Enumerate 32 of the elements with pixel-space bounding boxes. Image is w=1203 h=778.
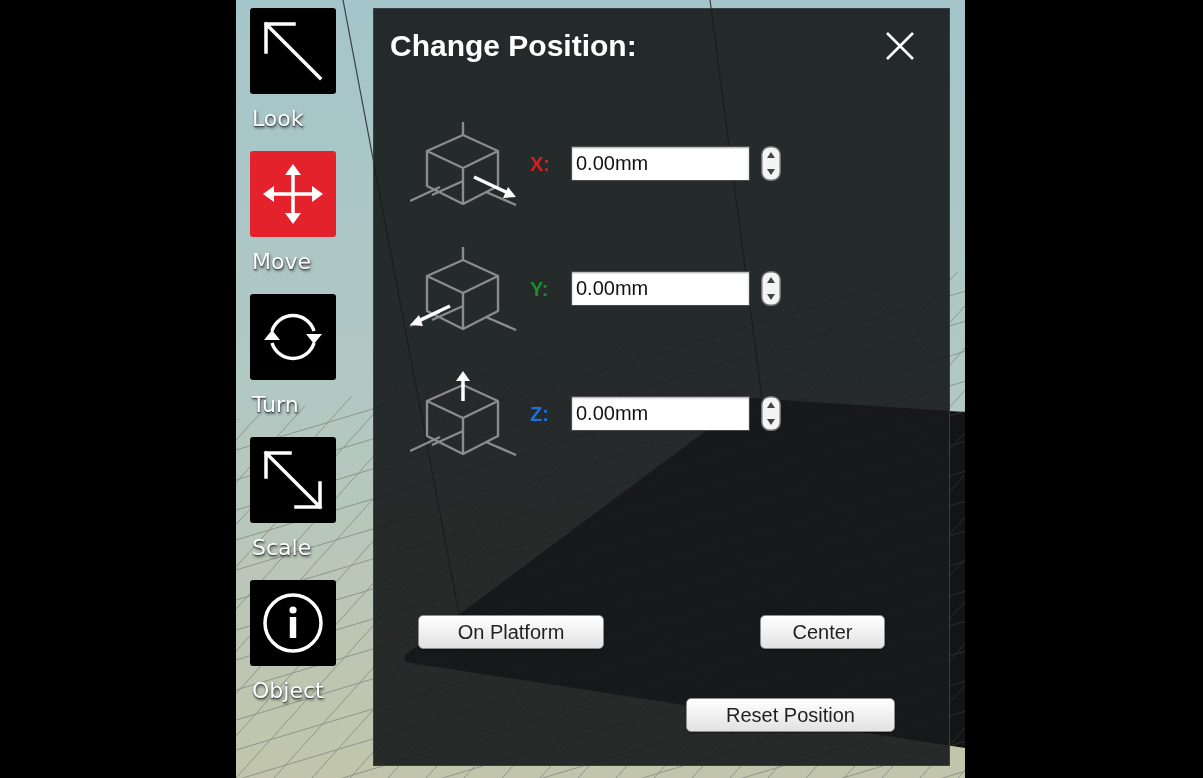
- stepper-icon[interactable]: [761, 146, 781, 181]
- resize-arrows-icon: [263, 450, 323, 510]
- coordinate-input[interactable]: 0.00mm: [571, 271, 750, 306]
- tool-label: Scale: [251, 535, 312, 561]
- tool-button[interactable]: [250, 294, 336, 380]
- coordinate-input[interactable]: 0.00mm: [571, 396, 750, 431]
- info-icon: [263, 593, 323, 653]
- cube-arrow-icon: [410, 121, 518, 206]
- arrow-icon: [263, 21, 323, 81]
- tool-button[interactable]: [250, 8, 336, 94]
- close-icon: [885, 31, 915, 61]
- cube-arrow-icon: [410, 371, 518, 456]
- center-button[interactable]: Center: [760, 615, 885, 649]
- coordinate-input[interactable]: 0.00mm: [571, 146, 750, 181]
- rotate-arrows-icon: [264, 312, 322, 362]
- tool-label: Turn: [251, 392, 299, 418]
- tool-label: Move: [251, 249, 311, 275]
- axis-label: X:: [530, 151, 551, 176]
- tool-button[interactable]: [250, 437, 336, 523]
- stepper-icon[interactable]: [761, 271, 781, 306]
- panel-title: Change Position:: [390, 28, 637, 64]
- tool-label: Object: [251, 678, 324, 704]
- axis-label: Y:: [530, 276, 550, 301]
- tool-label: Look: [251, 106, 304, 132]
- cube-arrow-icon: [410, 246, 518, 331]
- close-button[interactable]: [885, 31, 915, 61]
- on-platform-button[interactable]: On Platform: [418, 615, 604, 649]
- tool-button[interactable]: [250, 580, 336, 666]
- axis-label: Z:: [530, 401, 550, 426]
- stepper-icon[interactable]: [761, 396, 781, 431]
- move-arrows-icon: [263, 164, 323, 224]
- reset-position-button[interactable]: Reset Position: [686, 698, 895, 732]
